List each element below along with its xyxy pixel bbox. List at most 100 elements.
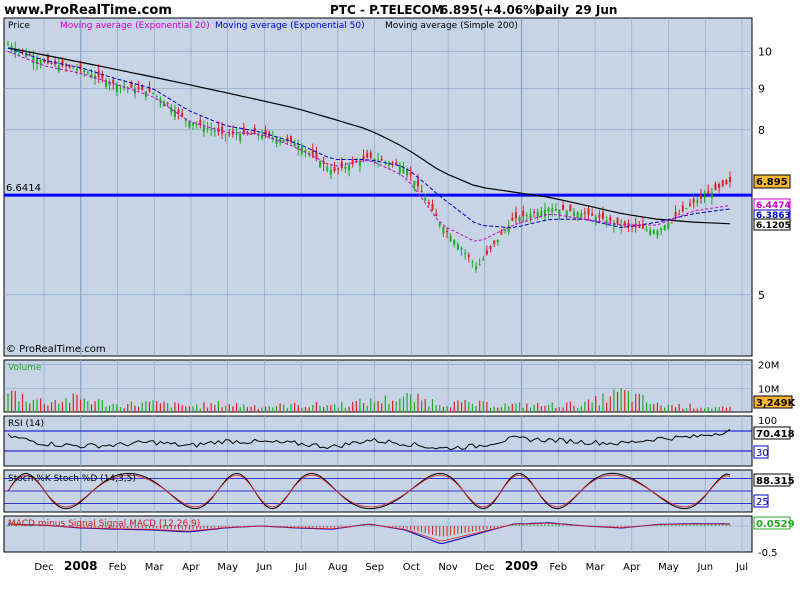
candle-body [464,252,467,254]
volume-tick: 10M [758,384,779,395]
legend-volume: Volume [8,363,42,373]
candle-body [725,179,728,185]
x-tick-label: Jul [735,562,748,573]
price-panel [3,17,753,357]
candle-body [155,95,158,97]
candle-body [699,195,702,199]
candle-body [344,166,347,169]
candle-body [583,212,586,214]
candle-body [293,142,296,147]
candle-body [228,133,231,135]
candle-body [133,88,136,94]
candle-body [485,250,488,255]
x-tick-label: May [658,562,679,573]
candle-body [380,158,383,161]
candle-body [57,65,60,72]
value-box-volume-text: 3,249K [756,398,797,409]
candle-body [406,169,409,176]
candle-body [366,152,369,158]
candle-body [362,155,365,160]
candle-body [420,191,423,193]
candle-body [210,129,213,131]
rsi-tick: 100 [758,416,777,427]
candle-body [112,79,115,84]
candle-body [188,121,191,128]
candle-body [435,213,438,217]
candle-body [369,152,372,158]
candle-body [409,172,412,176]
candle-body [536,211,539,218]
candle-body [514,211,517,219]
candle-body [181,112,184,116]
value-box-rsi: 70.418 [753,426,795,440]
x-tick-label: Apr [182,562,200,573]
candle-body [602,212,605,220]
candle-body [75,68,78,71]
candle-body [137,87,140,90]
legend-macd: MACD minus Signal Signal MACD (12,26,9) [8,519,200,529]
y-tick-label: 9 [758,82,765,95]
x-tick-label: Mar [586,562,606,573]
x-tick-label: Jun [696,562,713,573]
candle-body [475,266,478,270]
watermark: © ProRealTime.com [6,344,106,355]
candle-body [540,210,543,217]
candle-body [554,209,557,211]
candle-body [195,124,198,126]
date-label: 29 Jun [575,3,617,17]
candle-body [239,134,242,141]
candle-body [348,165,351,171]
candle-body [547,208,550,212]
candle-body [224,134,227,136]
x-tick-label: Dec [34,562,53,573]
candle-body [319,161,322,168]
candle-body [660,228,663,231]
candle-body [678,213,681,215]
candle-body [61,60,64,66]
candle-body [206,127,209,129]
candle-body [115,84,118,92]
candle-body [315,152,318,159]
value-box-stoch-text: 88.315 [756,476,795,487]
candle-body [395,162,398,165]
candle-body [7,44,9,46]
value-box-stoch25-text: 25 [756,497,769,508]
candle-body [649,229,652,235]
y-tick-label: 8 [758,124,765,137]
value-box-sma200-text: 6.1205 [756,221,791,231]
legend-sma200: Moving average (Simple 200) [385,21,518,31]
candle-body [609,217,612,222]
candle-body [97,70,100,78]
candle-body [707,191,710,195]
volume-tick: 20M [758,361,779,372]
candle-body [569,204,572,212]
candle-body [703,196,706,198]
legend-ema50: Moving average (Exponential 50) [215,21,365,31]
candle-body [656,230,659,236]
candle-body [482,259,485,261]
value-box-price: 6.895 [753,174,791,189]
candle-body [101,75,104,79]
candle-body [391,162,394,164]
candle-body [446,231,449,233]
x-tick-label: Aug [328,562,348,573]
candle-body [525,215,528,217]
candle-body [427,202,430,204]
candle-body [674,211,677,217]
candle-body [83,71,86,73]
value-box-macd-text: 0.0529 [756,519,795,530]
candle-body [221,126,224,134]
candle-body [667,222,670,229]
candle-body [467,254,470,258]
value-box-stoch: 88.315 [753,473,795,487]
candle-body [572,211,575,216]
candle-body [289,136,292,142]
x-tick-label: Dec [475,562,494,573]
candle-body [522,210,525,217]
candle-body [79,63,82,70]
candle-body [518,217,521,222]
symbol-label: PTC - P.TELECOM [330,3,443,17]
x-tick-label: 2008 [64,559,97,573]
candle-body [337,168,340,170]
value-box-volume: 3,249K [753,395,797,409]
